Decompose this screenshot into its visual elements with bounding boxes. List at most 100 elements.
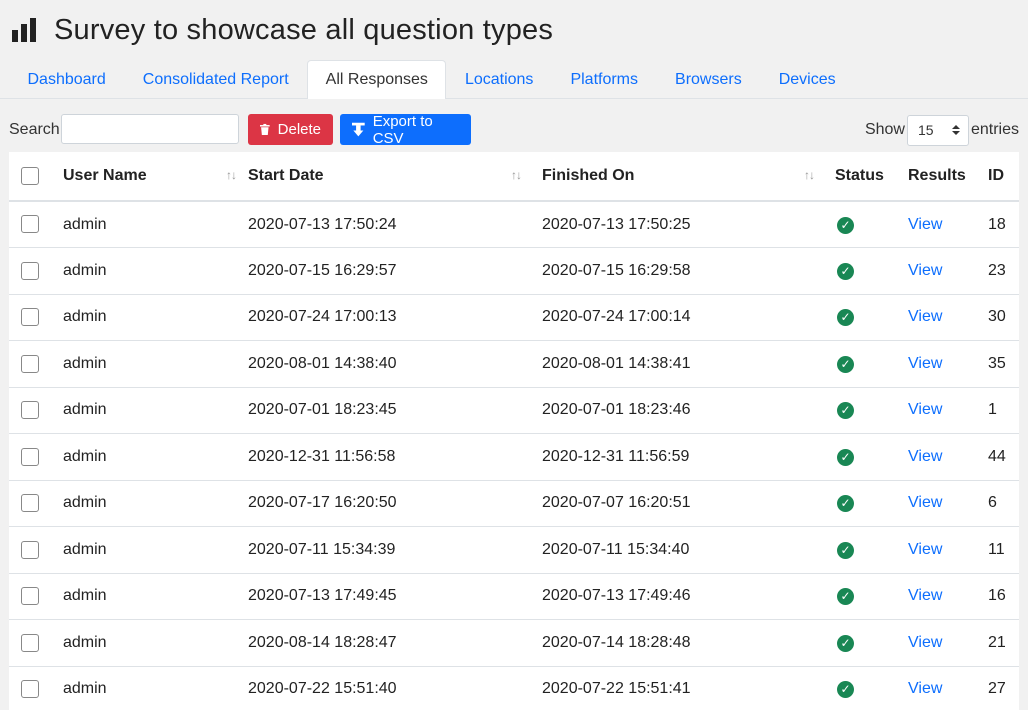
show-label: Show (864, 121, 905, 138)
start-date-cell: 2020-12-31 11:56:58 (248, 447, 396, 465)
user-name-cell: admin (63, 540, 107, 558)
bar-chart-icon (12, 18, 40, 42)
select-all-checkbox[interactable] (21, 166, 39, 185)
report-tabs: Dashboard Consolidated Report All Respon… (0, 60, 1028, 99)
view-result-link[interactable]: View (908, 355, 942, 372)
sort-icon: ↑↓ (226, 168, 237, 182)
user-name-cell: admin (63, 494, 107, 512)
row-checkbox[interactable] (21, 587, 39, 606)
finished-on-cell: 2020-07-11 15:34:40 (542, 540, 690, 558)
tab-platforms[interactable]: Platforms (552, 60, 657, 98)
id-cell: 18 (988, 215, 1006, 233)
check-circle-icon: ✓ (837, 448, 854, 466)
row-checkbox[interactable] (21, 308, 39, 327)
row-checkbox[interactable] (21, 540, 39, 559)
tab-all-responses[interactable]: All Responses (307, 60, 447, 99)
check-circle-icon: ✓ (837, 216, 854, 234)
responses-table-container: User Name ↑↓ Start Date ↑↓ Finished On ↑↓ S… (9, 152, 1019, 710)
tab-dashboard[interactable]: Dashboard (9, 60, 124, 98)
table-header-row: User Name ↑↓ Start Date ↑↓ Finished On ↑↓ S… (9, 152, 1019, 202)
finished-on-cell: 2020-12-31 11:56:59 (542, 447, 690, 465)
download-icon (352, 122, 365, 136)
check-circle-icon: ✓ (837, 262, 854, 280)
user-name-cell: admin (63, 633, 107, 651)
view-result-link[interactable]: View (908, 541, 942, 558)
column-header-start-date[interactable]: Start Date ↑↓ (248, 152, 542, 202)
start-date-cell: 2020-07-13 17:49:45 (248, 587, 397, 605)
view-result-link[interactable]: View (908, 262, 942, 279)
start-date-cell: 2020-08-14 18:28:47 (248, 633, 397, 651)
finished-on-cell: 2020-07-13 17:49:46 (542, 587, 691, 605)
table-row: admin 2020-07-13 17:49:45 2020-07-13 17:49… (9, 573, 1019, 620)
view-result-link[interactable]: View (908, 216, 942, 233)
id-cell: 16 (988, 587, 1006, 605)
row-checkbox[interactable] (21, 494, 39, 513)
id-cell: 27 (988, 680, 1006, 698)
user-name-cell: admin (63, 680, 107, 698)
user-name-cell: admin (63, 447, 107, 465)
view-result-link[interactable]: View (908, 494, 942, 511)
table-row: admin 2020-12-31 11:56:58 2020-12-31 11:56… (9, 434, 1019, 480)
row-checkbox[interactable] (21, 261, 39, 280)
id-cell: 21 (988, 633, 1006, 651)
table-row: admin 2020-07-24 17:00:13 2020-07-24 17:00… (9, 294, 1019, 341)
user-name-cell: admin (63, 261, 107, 279)
page-header: Survey to showcase all question types (12, 10, 553, 50)
finished-on-cell: 2020-07-24 17:00:14 (542, 308, 691, 326)
page-title: Survey to showcase all question types (54, 13, 554, 46)
row-checkbox[interactable] (21, 447, 39, 466)
start-date-cell: 2020-07-11 15:34:39 (248, 540, 396, 558)
search-input[interactable] (61, 114, 239, 144)
tab-locations[interactable]: Locations (446, 60, 552, 98)
row-checkbox[interactable] (21, 215, 39, 234)
finished-on-cell: 2020-07-07 16:20:51 (542, 494, 691, 512)
row-checkbox[interactable] (21, 354, 39, 373)
up-down-caret-icon (951, 125, 960, 135)
start-date-cell: 2020-07-22 15:51:40 (248, 680, 397, 698)
entries-label: entries (970, 121, 1019, 138)
export-csv-button[interactable]: Export to CSV (340, 112, 471, 147)
check-circle-icon: ✓ (837, 634, 854, 652)
column-header-id[interactable]: ID (988, 152, 1019, 202)
column-header-finished-on[interactable]: Finished On ↑↓ (542, 152, 835, 202)
table-row: admin 2020-07-13 17:50:24 2020-07-13 17:50… (9, 201, 1019, 248)
view-result-link[interactable]: View (908, 308, 942, 325)
check-circle-icon: ✓ (837, 402, 854, 420)
id-cell: 11 (988, 540, 1005, 558)
sort-icon: ↑↓ (511, 168, 522, 182)
row-checkbox[interactable] (21, 401, 39, 420)
delete-button-label: Delete (277, 121, 321, 138)
start-date-cell: 2020-08-01 14:38:40 (248, 354, 397, 372)
trash-icon (260, 123, 270, 136)
id-cell: 1 (988, 401, 997, 419)
table-row: admin 2020-07-11 15:34:39 2020-07-11 15:34… (9, 527, 1019, 573)
user-name-cell: admin (63, 401, 107, 419)
sort-icon: ↑↓ (804, 168, 815, 182)
column-header-user-name[interactable]: User Name ↑↓ (63, 152, 248, 202)
column-header-status[interactable]: Status (835, 152, 908, 202)
finished-on-cell: 2020-08-01 14:38:41 (542, 354, 691, 372)
tab-devices[interactable]: Devices (760, 60, 854, 98)
table-row: admin 2020-08-14 18:28:47 2020-07-14 18:28… (9, 620, 1019, 666)
table-row: admin 2020-08-01 14:38:40 2020-08-01 14:38… (9, 341, 1019, 387)
row-checkbox[interactable] (21, 633, 39, 652)
tab-browsers[interactable]: Browsers (657, 60, 761, 98)
delete-button[interactable]: Delete (248, 114, 333, 145)
search-label: Search: (9, 121, 65, 138)
id-cell: 44 (988, 447, 1006, 465)
view-result-link[interactable]: View (908, 401, 942, 418)
entries-select[interactable]: 15 (906, 114, 969, 146)
view-result-link[interactable]: View (908, 680, 942, 697)
table-toolbar: Search: Delete Export to CSV Show 15 ent… (9, 112, 1019, 147)
row-checkbox[interactable] (21, 680, 39, 699)
table-row: admin 2020-07-22 15:51:40 2020-07-22 15:51… (9, 666, 1019, 710)
view-result-link[interactable]: View (908, 448, 942, 465)
column-header-results[interactable]: Results (908, 152, 988, 202)
tab-consolidated-report[interactable]: Consolidated Report (124, 60, 307, 98)
export-button-label: Export to CSV (372, 112, 433, 147)
table-row: admin 2020-07-17 16:20:50 2020-07-07 16:20… (9, 480, 1019, 527)
view-result-link[interactable]: View (908, 634, 942, 651)
check-circle-icon: ✓ (837, 495, 854, 513)
view-result-link[interactable]: View (908, 587, 942, 604)
start-date-cell: 2020-07-17 16:20:50 (248, 494, 397, 512)
